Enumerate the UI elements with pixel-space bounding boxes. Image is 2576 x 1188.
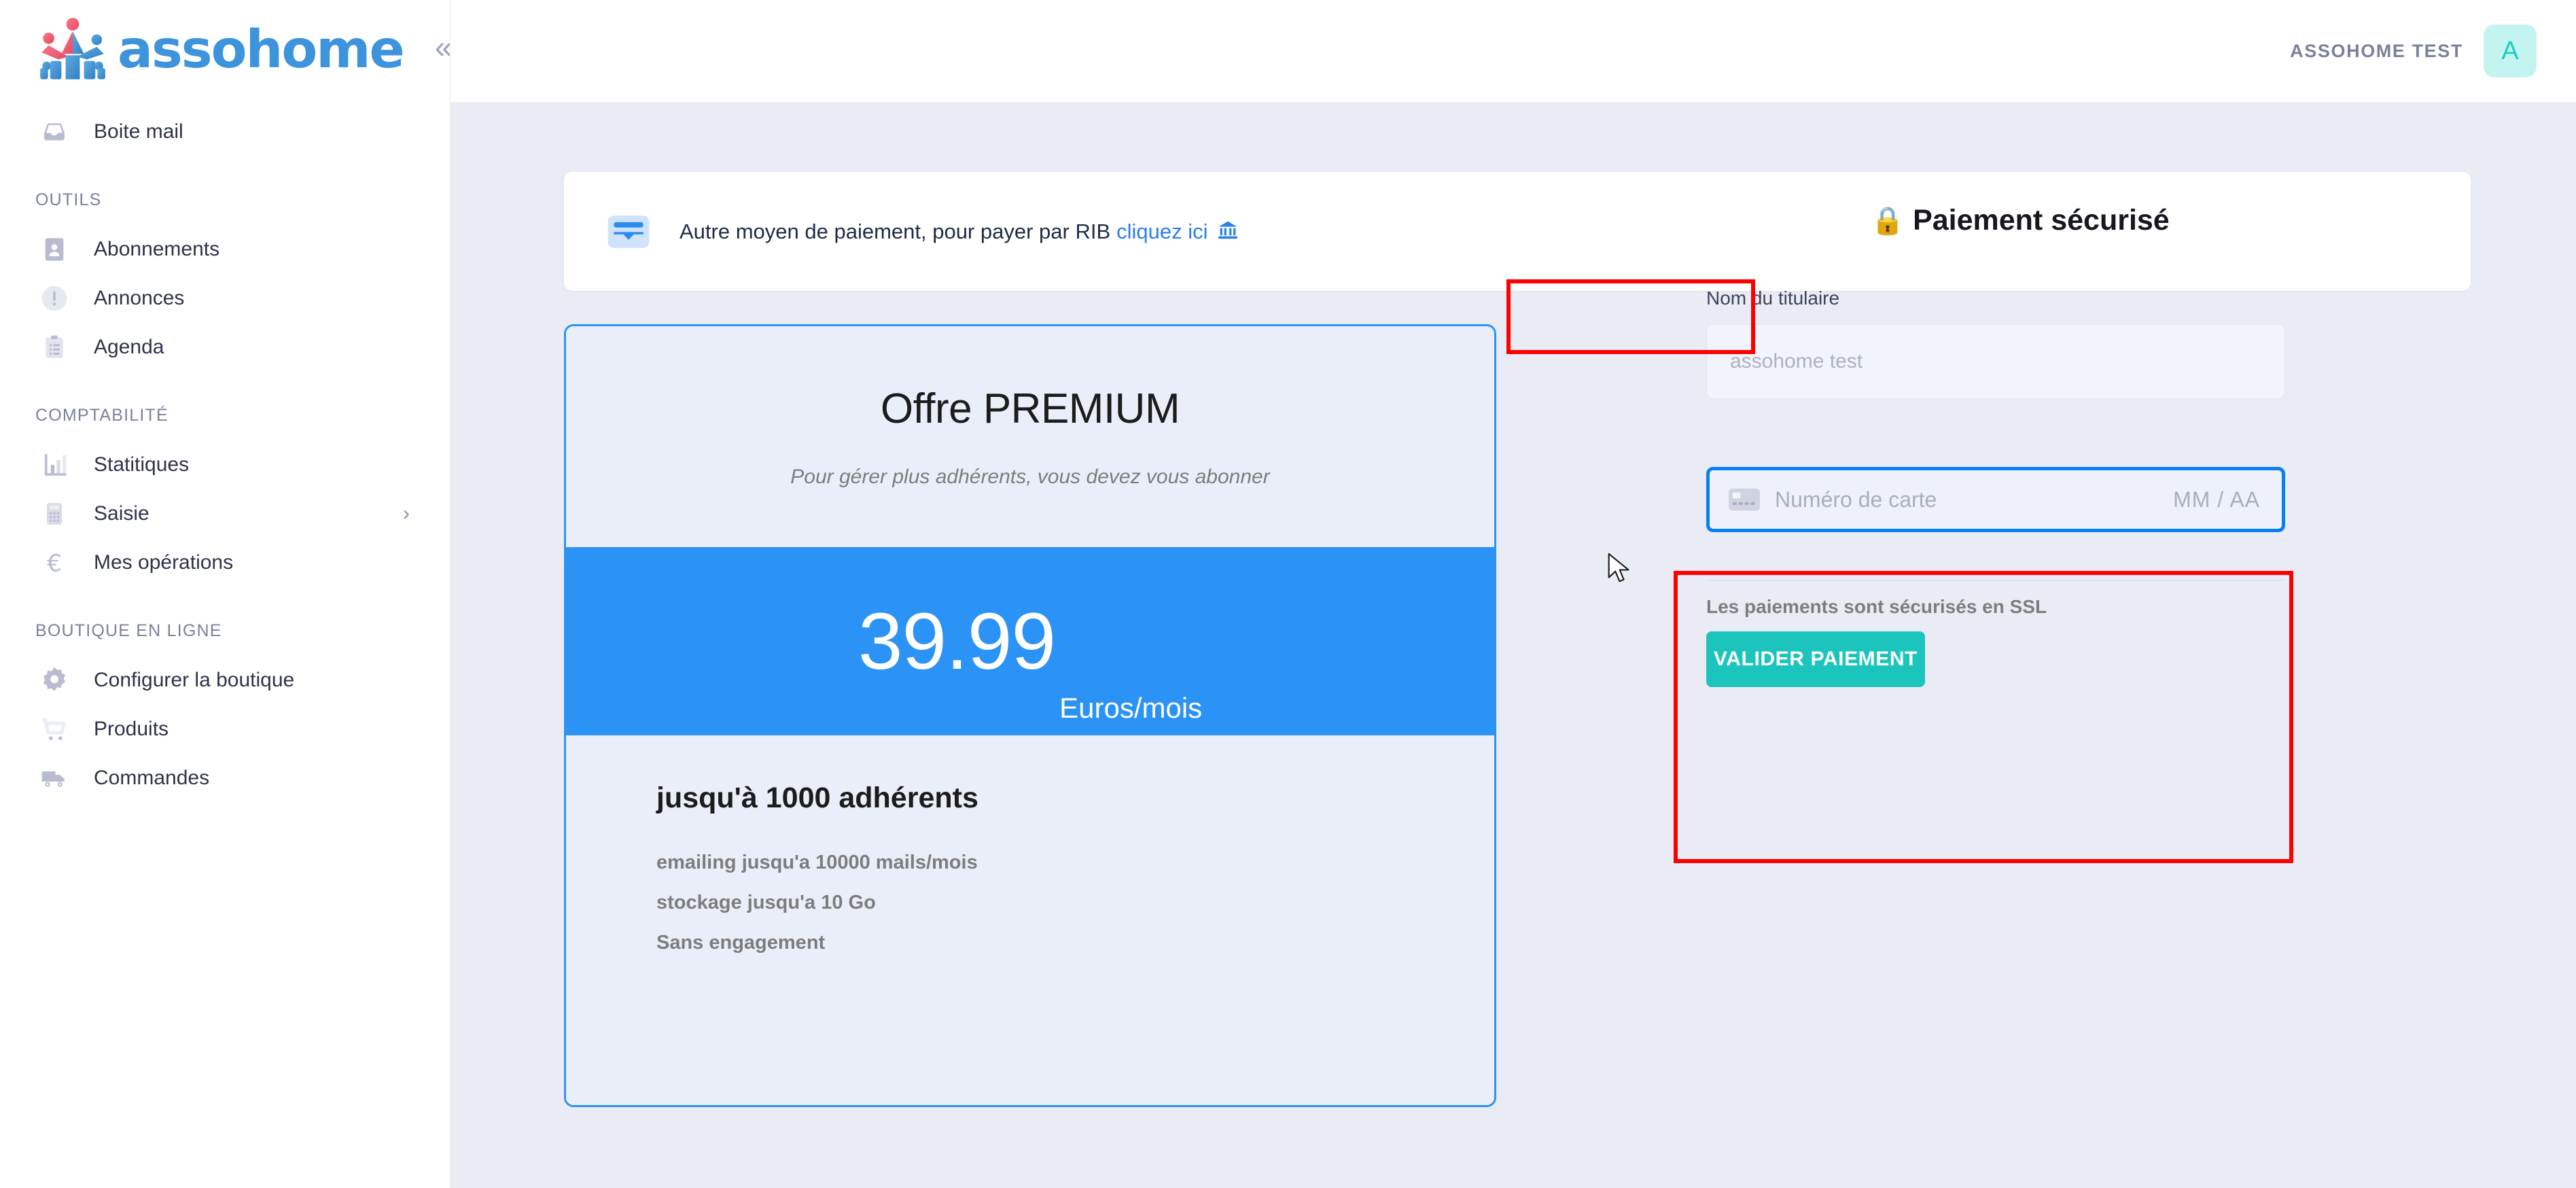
sidebar-item-label: Statitiques	[94, 453, 190, 476]
card-expiry-placeholder[interactable]: MM / AA	[2173, 487, 2260, 512]
inbox-icon	[35, 114, 73, 150]
shopping-cart-icon	[35, 712, 73, 747]
svg-text:€: €	[47, 550, 62, 577]
sidebar-section-outils: OUTILS	[35, 190, 102, 209]
card-number-placeholder: Numéro de carte	[1775, 487, 1937, 512]
sidebar-section-comptabilite: COMPTABILITÉ	[35, 406, 169, 425]
mouse-cursor	[1608, 553, 1629, 582]
ssl-note: Les paiements sont sécurisés en SSL	[1706, 596, 2047, 617]
sidebar: assohome « Boite mail OUTILS	[0, 0, 451, 1188]
sidebar-item-label: Annonces	[94, 287, 185, 309]
bank-icon	[1218, 221, 1237, 239]
bar-chart-icon	[35, 447, 73, 483]
banner-text-main: Autre moyen de paiement, pour payer par …	[680, 219, 1111, 243]
payment-card-icon	[607, 215, 650, 248]
offer-feature-title: jusqu'à 1000 adhérents	[656, 782, 978, 814]
offer-title: Offre PREMIUM	[880, 385, 1180, 432]
sidebar-item-label: Mes opérations	[94, 551, 234, 574]
sidebar-item-label: Boite mail	[94, 120, 183, 143]
account-name: ASSOHOME TEST	[2290, 40, 2463, 61]
sidebar-section-boutique: BOUTIQUE EN LIGNE	[35, 621, 222, 640]
app-root: assohome « Boite mail OUTILS	[0, 0, 2576, 1188]
sidebar-item-label: Abonnements	[94, 238, 220, 260]
sidebar-item-saisie[interactable]: Saisie ›	[0, 489, 450, 538]
sidebar-collapse-icon[interactable]: «	[435, 31, 450, 63]
offer-feature-item: emailing jusqu'a 10000 mails/mois	[656, 852, 978, 873]
sidebar-item-abonnements[interactable]: Abonnements	[0, 225, 450, 274]
sidebar-item-mes-operations[interactable]: € Mes opérations	[0, 538, 450, 587]
calculator-icon	[35, 496, 73, 531]
sidebar-item-annonces[interactable]: Annonces	[0, 274, 450, 323]
validate-payment-button[interactable]: VALIDER PAIEMENT	[1706, 631, 1925, 687]
brand-wordmark: assohome	[118, 19, 405, 80]
credit-card-icon	[1729, 488, 1760, 511]
alert-circle-icon	[35, 281, 73, 316]
offer-price-band: 39.99 Euros/mois	[566, 547, 1494, 735]
sidebar-item-produits[interactable]: Produits	[0, 705, 450, 754]
sidebar-item-statistiques[interactable]: Statitiques	[0, 440, 450, 489]
premium-card-header: Offre PREMIUM Pour gérer plus adhérents,…	[566, 326, 1494, 547]
holder-name-input[interactable]: assohome test	[1706, 324, 2285, 399]
payment-heading-text: Paiement sécurisé	[1913, 204, 2170, 237]
offer-price-unit: Euros/mois	[1059, 692, 1203, 724]
banner-text: Autre moyen de paiement, pour payer par …	[680, 220, 1239, 244]
offer-feature-item: stockage jusqu'a 10 Go	[656, 892, 876, 913]
sidebar-item-label: Commandes	[94, 767, 210, 789]
euro-icon: €	[35, 545, 73, 580]
sidebar-item-agenda[interactable]: Agenda	[0, 323, 450, 372]
payment-heading: 🔒 Paiement sécurisé	[1680, 204, 2360, 237]
card-number-input[interactable]: Numéro de carte MM / AA	[1706, 467, 2285, 532]
id-card-icon	[35, 232, 73, 267]
offer-subtitle: Pour gérer plus adhérents, vous devez vo…	[790, 466, 1270, 488]
avatar[interactable]: A	[2484, 24, 2537, 77]
premium-offer-card: Offre PREMIUM Pour gérer plus adhérents,…	[564, 324, 1496, 1107]
rib-link[interactable]: cliquez ici	[1116, 220, 1207, 243]
gear-icon	[35, 663, 73, 698]
sidebar-item-label: Produits	[94, 718, 169, 740]
sidebar-item-boite-mail[interactable]: Boite mail	[0, 107, 450, 156]
main-content: Autre moyen de paiement, pour payer par …	[451, 102, 2576, 1188]
sidebar-item-label: Agenda	[94, 336, 164, 358]
offer-features: jusqu'à 1000 adhérents emailing jusqu'a …	[566, 735, 1494, 1105]
sidebar-item-configurer-boutique[interactable]: Configurer la boutique	[0, 656, 450, 705]
holder-name-label: Nom du titulaire	[1706, 287, 1840, 309]
card-details-block: Numéro de carte MM / AA Les paiements so…	[1706, 467, 2285, 687]
chevron-right-icon: ›	[403, 502, 410, 525]
sidebar-nav: Boite mail OUTILS Abonnements Annonces A…	[0, 107, 450, 803]
brand-logo[interactable]: assohome	[37, 12, 405, 87]
offer-feature-item: Sans engagement	[656, 932, 826, 954]
sidebar-item-label: Saisie	[94, 502, 149, 525]
lock-icon: 🔒	[1871, 205, 1905, 236]
truck-icon	[35, 761, 73, 796]
secure-payment-panel: 🔒 Paiement sécurisé Nom du titulaire ass…	[1680, 204, 2360, 687]
clipboard-icon	[35, 330, 73, 365]
offer-price-value: 39.99	[858, 596, 1056, 686]
divider	[1706, 580, 2285, 581]
top-header: ASSOHOME TEST A	[451, 0, 2576, 102]
assohome-logo-icon	[40, 18, 105, 80]
sidebar-item-commandes[interactable]: Commandes	[0, 754, 450, 803]
sidebar-item-label: Configurer la boutique	[94, 669, 295, 691]
